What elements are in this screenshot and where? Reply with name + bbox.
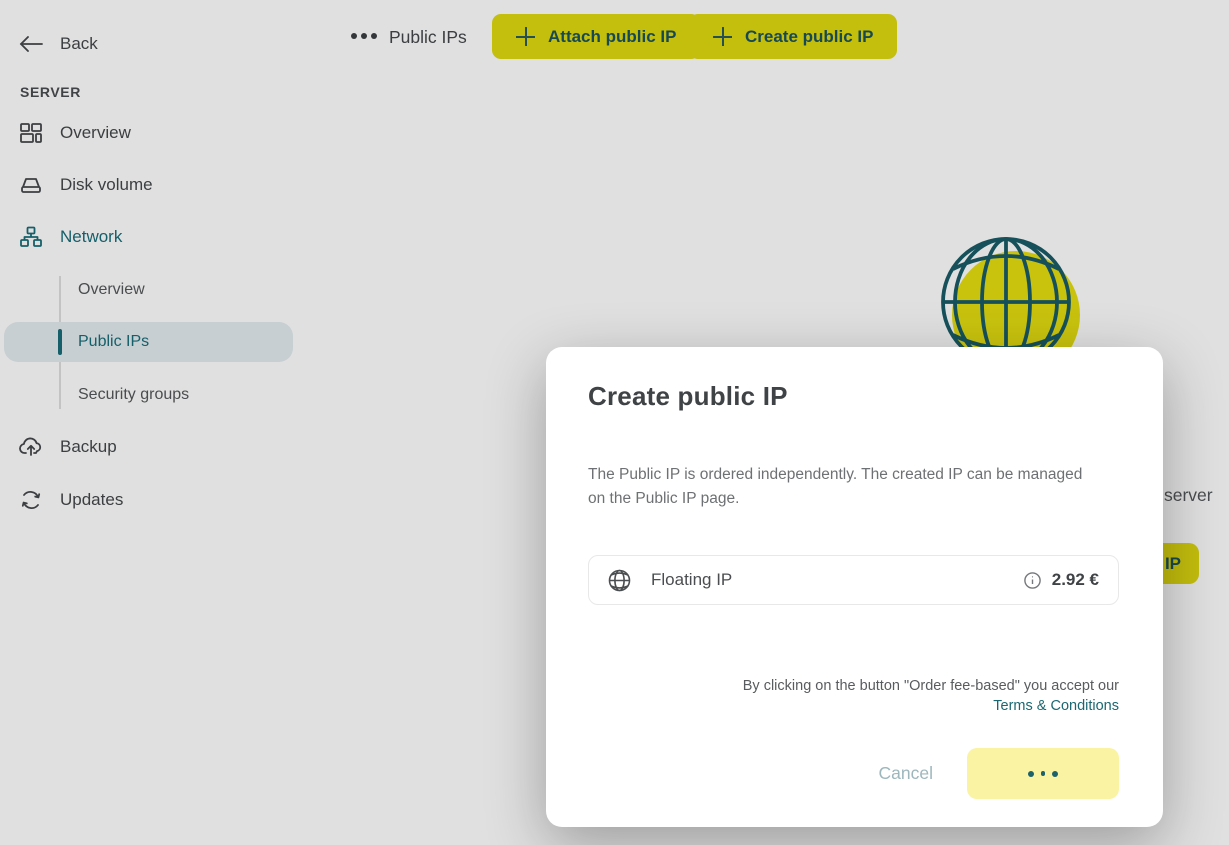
create-public-ip-modal: Create public IP The Public IP is ordere… [546,347,1163,827]
floating-ip-option-row[interactable]: Floating IP 2.92 € [588,555,1119,605]
loading-dot [1052,771,1058,777]
app-window: Back SERVER Overview Disk volume Network… [0,0,1229,845]
modal-actions: Cancel [879,748,1119,799]
order-fee-based-button-loading[interactable] [967,748,1119,799]
info-icon[interactable] [1024,572,1041,589]
terms-notice: By clicking on the button "Order fee-bas… [743,676,1119,716]
option-label: Floating IP [651,570,732,590]
option-price: 2.92 € [1052,570,1099,590]
loading-dot [1028,771,1034,777]
terms-text: By clicking on the button "Order fee-bas… [743,678,1119,694]
modal-title: Create public IP [588,381,788,412]
modal-description: The Public IP is ordered independently. … [588,463,1090,511]
loading-dot [1041,771,1046,776]
cancel-button[interactable]: Cancel [879,763,933,784]
globe-icon [608,569,631,592]
terms-conditions-link[interactable]: Terms & Conditions [993,698,1119,714]
